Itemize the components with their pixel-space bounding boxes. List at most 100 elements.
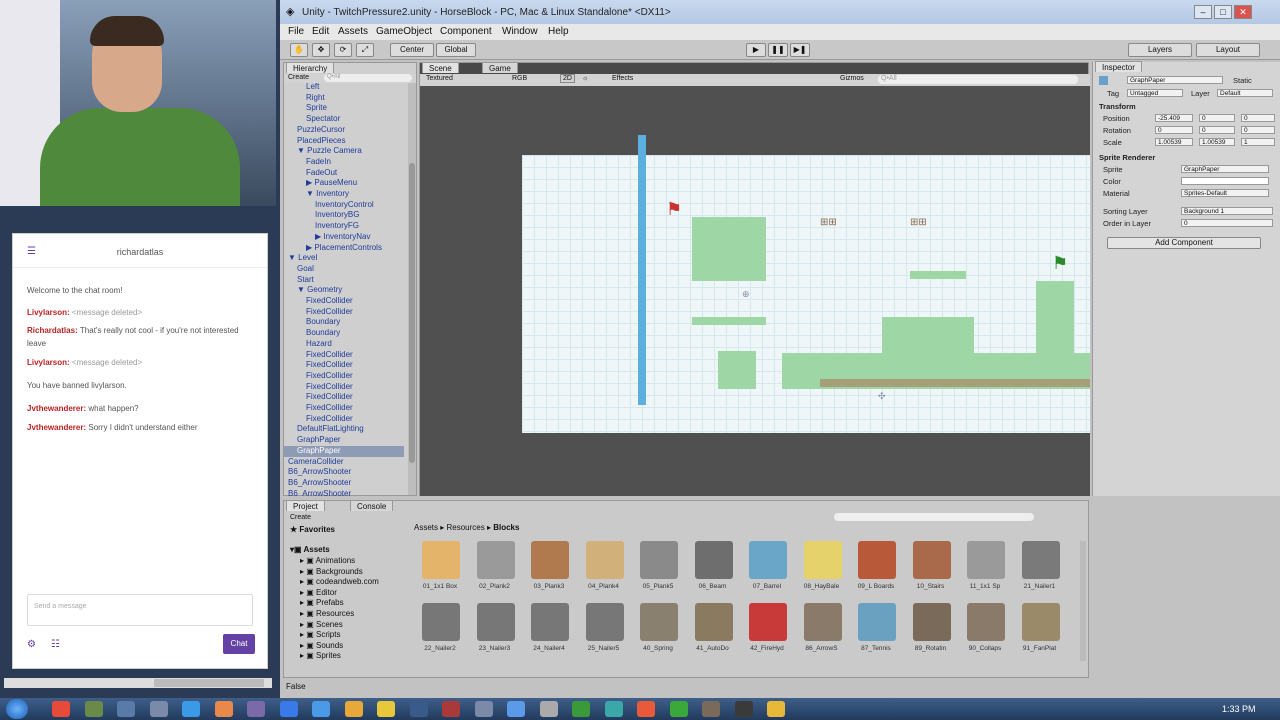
hierarchy-item[interactable]: FadeOut xyxy=(306,168,337,179)
asset-item[interactable]: 23_Nailer3 xyxy=(471,601,519,655)
taskbar-app-icon[interactable] xyxy=(149,701,168,717)
asset-item[interactable]: 22_Nailer2 xyxy=(416,601,464,655)
asset-item[interactable]: 09_L Boards xyxy=(852,539,900,593)
tab-game[interactable]: Game xyxy=(482,62,518,73)
hierarchy-item[interactable]: ▶ InventoryNav xyxy=(315,232,371,243)
asset-item[interactable]: 03_Plank3 xyxy=(525,539,573,593)
shading-mode-dropdown[interactable]: Textured xyxy=(426,75,453,82)
folder-item[interactable]: ▸ ▣ Resources xyxy=(300,609,354,620)
hierarchy-item[interactable]: B6_ArrowShooter xyxy=(288,478,351,489)
transform-header[interactable]: Transform xyxy=(1099,102,1136,111)
menu-help[interactable]: Help xyxy=(548,26,569,37)
folder-item[interactable]: ▸ ▣ Editor xyxy=(300,588,337,599)
hierarchy-item[interactable]: GraphPaper xyxy=(297,435,341,446)
horizontal-scrollbar[interactable] xyxy=(4,678,272,688)
breadcrumb-item[interactable]: Blocks xyxy=(493,523,519,532)
rotation-y-field[interactable]: 0 xyxy=(1199,126,1235,134)
add-component-button[interactable]: Add Component xyxy=(1107,237,1261,249)
boundary-collider[interactable] xyxy=(638,135,646,405)
hierarchy-item[interactable]: ▶ PauseMenu xyxy=(306,178,357,189)
taskbar-app-icon[interactable] xyxy=(604,701,623,717)
pivot-toggle[interactable]: Center xyxy=(390,43,434,57)
tab-console[interactable]: Console xyxy=(350,500,394,511)
chat-username[interactable]: Livylarson: xyxy=(27,358,72,367)
sprite-field[interactable]: GraphPaper xyxy=(1181,165,1269,173)
hierarchy-scrollbar[interactable] xyxy=(408,83,416,495)
asset-item[interactable]: 10_Stairs xyxy=(907,539,955,593)
hand-tool-icon[interactable]: ✋ xyxy=(290,43,308,57)
asset-item[interactable]: 86_ArrowS xyxy=(798,601,846,655)
scrollbar-thumb[interactable] xyxy=(409,163,415,463)
hierarchy-item[interactable]: B6_ArrowShooter xyxy=(288,489,351,496)
hierarchy-item[interactable]: ▼ Level xyxy=(288,253,317,264)
hierarchy-item[interactable]: Boundary xyxy=(306,328,340,339)
position-z-field[interactable]: 0 xyxy=(1241,114,1275,122)
hierarchy-item[interactable]: FixedCollider xyxy=(306,360,353,371)
fixed-collider[interactable] xyxy=(692,217,766,281)
gizmos-dropdown[interactable]: Gizmos xyxy=(840,75,864,82)
tab-project[interactable]: Project xyxy=(286,500,325,511)
asset-item[interactable]: 02_Plank2 xyxy=(471,539,519,593)
hierarchy-search-input[interactable]: Q•All xyxy=(324,74,412,82)
hierarchy-item[interactable]: PuzzleCursor xyxy=(297,125,345,136)
position-y-field[interactable]: 0 xyxy=(1199,114,1235,122)
taskbar-app-icon[interactable] xyxy=(767,701,785,717)
favorites-header[interactable]: ★ Favorites xyxy=(290,525,335,534)
menu-gameobject[interactable]: GameObject xyxy=(376,26,432,37)
scrollbar-thumb[interactable] xyxy=(154,679,264,687)
fixed-collider[interactable] xyxy=(692,317,766,325)
taskbar-app-icon[interactable] xyxy=(539,701,558,717)
hierarchy-item[interactable]: FixedCollider xyxy=(306,296,353,307)
pause-icon[interactable]: ❚❚ xyxy=(768,43,788,57)
hierarchy-item[interactable]: Sprite xyxy=(306,103,327,114)
chat-username[interactable]: Jvthewanderer: xyxy=(27,423,88,432)
graph-paper-sprite[interactable]: ⚑ ⚑ ⊞⊞ ⊞⊞ ⊕ ✣ xyxy=(522,135,1090,433)
material-field[interactable]: Sprites-Default xyxy=(1181,189,1269,197)
asset-item[interactable]: 41_AutoDo xyxy=(689,601,737,655)
static-checkbox[interactable]: Static xyxy=(1233,76,1252,85)
folder-item[interactable]: ▸ ▣ Animations xyxy=(300,556,355,567)
tab-inspector[interactable]: Inspector xyxy=(1095,61,1142,72)
layers-dropdown[interactable]: Layers xyxy=(1128,43,1192,57)
fixed-collider[interactable] xyxy=(1036,281,1074,357)
hierarchy-item[interactable]: B6_ArrowShooter xyxy=(288,467,351,478)
asset-item[interactable]: 05_Plank5 xyxy=(634,539,682,593)
chat-username[interactable]: Livylarson: xyxy=(27,308,72,317)
scene-search-input[interactable]: Q•All xyxy=(878,75,1078,84)
asset-item[interactable]: 24_Nailer4 xyxy=(525,601,573,655)
hierarchy-item[interactable]: FixedCollider xyxy=(306,371,353,382)
close-button[interactable]: ✕ xyxy=(1234,5,1252,19)
chat-username[interactable]: Richardatlas: xyxy=(27,326,80,335)
taskbar-app-icon[interactable] xyxy=(312,701,330,717)
menu-edit[interactable]: Edit xyxy=(312,26,329,37)
project-search-input[interactable] xyxy=(834,513,1034,521)
taskbar-app-icon[interactable] xyxy=(507,701,525,717)
rotate-tool-icon[interactable]: ⟳ xyxy=(334,43,352,57)
asset-item[interactable]: 25_Nailer5 xyxy=(580,601,628,655)
scale-tool-icon[interactable]: ⤢ xyxy=(356,43,374,57)
asset-grid-scrollbar[interactable] xyxy=(1080,541,1086,661)
fixed-collider[interactable] xyxy=(882,317,974,357)
chat-input[interactable]: Send a message xyxy=(27,594,253,626)
chat-username[interactable]: Jvthewanderer: xyxy=(27,404,88,413)
asset-item[interactable]: 06_Beam xyxy=(689,539,737,593)
tab-scene[interactable]: Scene xyxy=(422,62,459,73)
hierarchy-item[interactable]: Left xyxy=(306,82,319,93)
object-name-input[interactable]: GraphPaper xyxy=(1127,76,1223,84)
fixed-collider[interactable] xyxy=(718,351,756,389)
hierarchy-item[interactable]: InventoryBG xyxy=(315,210,359,221)
taskbar-app-icon[interactable] xyxy=(182,701,200,717)
folder-item[interactable]: ▸ ▣ Sprites xyxy=(300,651,341,662)
taskbar-app-icon[interactable] xyxy=(279,701,298,717)
asset-item[interactable]: 89_Rotatin xyxy=(907,601,955,655)
asset-item[interactable]: 87_Tennis xyxy=(852,601,900,655)
hierarchy-item[interactable]: Boundary xyxy=(306,317,340,328)
folder-item[interactable]: ▸ ▣ codeandweb.com xyxy=(300,577,379,588)
maximize-button[interactable]: □ xyxy=(1214,5,1232,19)
sorting-layer-dropdown[interactable]: Background 1 xyxy=(1181,207,1273,215)
taskbar-app-icon[interactable] xyxy=(214,701,233,717)
fixed-collider[interactable] xyxy=(910,271,966,279)
hierarchy-item[interactable]: FixedCollider xyxy=(306,403,353,414)
2d-toggle[interactable]: 2D xyxy=(560,74,575,83)
hierarchy-item[interactable]: InventoryFG xyxy=(315,221,359,232)
